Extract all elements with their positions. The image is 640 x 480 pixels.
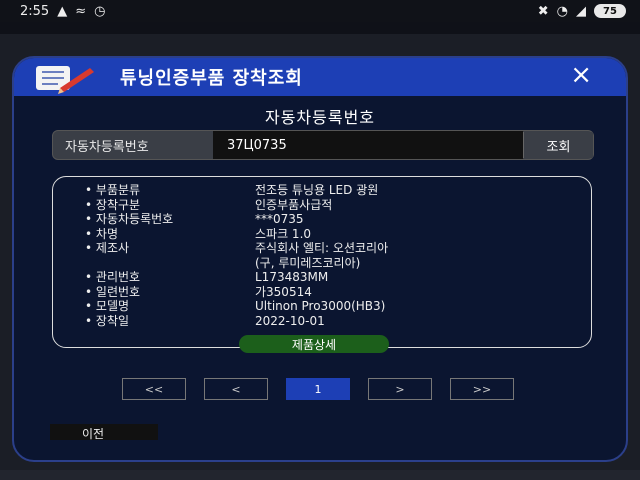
info-value: Ultinon Pro3000(HB3) [255, 299, 386, 313]
battery-level: 75 [603, 5, 617, 17]
previous-page-button[interactable]: < [204, 378, 268, 400]
info-value: ***0735 [255, 212, 304, 226]
info-list: 부품분류 전조등 튜닝용 LED 광원 장착구분 인증부품사급적 자동차등록번호… [85, 183, 565, 328]
mute-icon: ≈ [75, 3, 87, 19]
info-label: 모델명 [85, 299, 255, 314]
info-value: 전조등 튜닝용 LED 광원 [255, 183, 379, 197]
info-row-serial-number: 일련번호 가350514 [85, 285, 565, 300]
info-value: 스파크 1.0 [255, 226, 312, 241]
back-button[interactable]: 이전 [50, 424, 158, 441]
info-row-model: 모델명 Ultinon Pro3000(HB3) [85, 299, 565, 314]
last-page-button[interactable]: >> [450, 378, 514, 400]
background-page [0, 22, 640, 34]
info-value: 주식회사 엘티: 오션코리아 (구, 루미레즈코리아) [255, 241, 389, 270]
pagination: << < 1 > >> [122, 378, 514, 400]
mute-icon-2: ✖ [537, 3, 549, 19]
battery-icon: 75 [594, 4, 626, 18]
info-value: 인증부품사급적 [255, 197, 333, 212]
info-row-management-number: 관리번호 L173483MM [85, 270, 565, 285]
next-page-button[interactable]: > [368, 378, 432, 400]
info-row-manufacturer: 제조사 주식회사 엘티: 오션코리아 (구, 루미레즈코리아) [85, 241, 565, 270]
info-row-part-category: 부품분류 전조등 튜닝용 LED 광원 [85, 183, 565, 198]
info-row-install-date: 장착일 2022-10-01 [85, 314, 565, 329]
wifi-icon: ◔ [556, 3, 568, 19]
info-row-install-type: 장착구분 인증부품사급적 [85, 198, 565, 213]
info-label: 자동차등록번호 [85, 212, 255, 227]
info-value: 2022-10-01 [255, 313, 325, 328]
signal-icon: ◢ [576, 3, 586, 19]
warning-icon: ▲ [57, 3, 68, 19]
info-value: L173483MM [255, 270, 329, 284]
status-bar: 2:55 ▲ ≈ ◷ ✖ ◔ ◢ 75 [0, 0, 640, 22]
navigation-bar [0, 470, 640, 480]
info-box: 부품분류 전조등 튜닝용 LED 광원 장착구분 인증부품사급적 자동차등록번호… [52, 176, 592, 353]
memo-pencil-icon [14, 58, 100, 96]
info-label: 장착구분 [85, 198, 255, 213]
section-title: 자동차등록번호 [264, 108, 376, 127]
search-row: 자동차등록번호 조회 [52, 130, 594, 160]
info-row-registration: 자동차등록번호 ***0735 [85, 212, 565, 227]
first-page-button[interactable]: << [122, 378, 186, 400]
status-time: 2:55 [20, 3, 50, 19]
clock-icon: ◷ [94, 3, 106, 19]
product-detail-button[interactable]: 제품상세 [239, 335, 389, 353]
info-value: 가350514 [255, 284, 312, 299]
registration-number-input[interactable] [213, 131, 523, 159]
info-label: 부품분류 [85, 183, 255, 198]
modal-header: 튜닝인증부품 장착조회 × [14, 58, 626, 96]
current-page-button[interactable]: 1 [286, 378, 350, 400]
lookup-modal: 튜닝인증부품 장착조회 × 자동차등록번호 자동차등록번호 조회 부품분류 전조… [12, 56, 628, 462]
info-label: 관리번호 [85, 270, 255, 285]
search-button[interactable]: 조회 [523, 132, 593, 158]
modal-title: 튜닝인증부품 장착조회 [120, 68, 303, 89]
info-label: 장착일 [85, 314, 255, 329]
search-label: 자동차등록번호 [65, 139, 149, 155]
info-label: 제조사 [85, 241, 255, 270]
info-label: 일련번호 [85, 285, 255, 300]
info-row-model-name: 차명 스파크 1.0 [85, 227, 565, 242]
info-label: 차명 [85, 227, 255, 242]
close-icon[interactable]: × [570, 60, 592, 90]
